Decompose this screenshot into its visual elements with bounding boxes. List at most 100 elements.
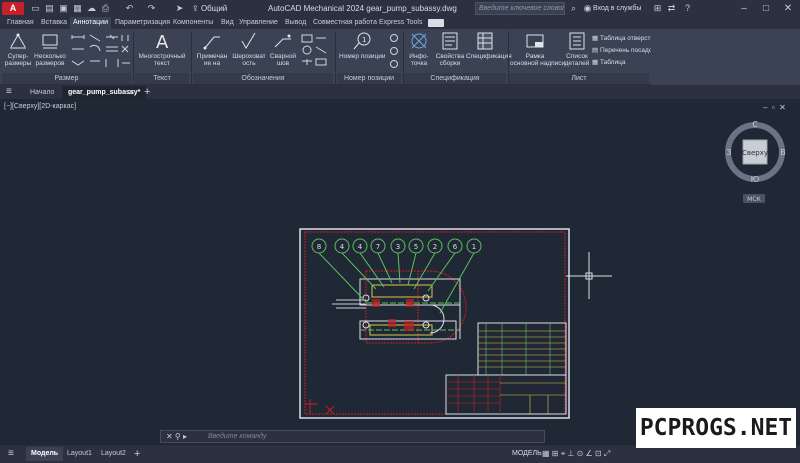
send-icon[interactable]: ➤ xyxy=(174,3,185,14)
user-icon[interactable]: ◉ xyxy=(582,3,593,14)
save-icon[interactable]: ▣ xyxy=(58,3,69,14)
panel-dimension-title[interactable]: Размер xyxy=(2,73,131,84)
tab-output[interactable]: Вывод xyxy=(282,17,309,29)
tab-components[interactable]: Компоненты xyxy=(170,17,216,29)
compass-north[interactable]: С xyxy=(752,120,758,129)
application-menu-button[interactable]: A xyxy=(2,2,24,15)
save-as-icon[interactable]: ▦ xyxy=(72,3,83,14)
share-button[interactable]: ⇪ Общий доступ xyxy=(192,2,250,26)
tab-express-tools[interactable]: Express Tools xyxy=(376,17,425,29)
tab-manage[interactable]: Управление xyxy=(236,17,281,29)
document-tab-bar: ≡ Начало gear_pump_subassy* ✕ + xyxy=(0,85,800,99)
hole-table-button[interactable]: ▦ Таблица отверстий xyxy=(592,34,658,43)
drawing-svg[interactable]: 8 4 4 7 3 5 2 6 1 Сверху С Ю В З МСК xyxy=(0,99,800,444)
mtext-label: Многострочный текст xyxy=(138,53,186,67)
parts-list-icon xyxy=(477,32,493,50)
signin-button[interactable]: Вход в службы xyxy=(593,2,641,15)
assembly-properties-icon xyxy=(442,32,458,50)
balloon-button[interactable]: 1 Номер позиции xyxy=(339,31,385,60)
tab-collaborate[interactable]: Совместная работа xyxy=(310,17,380,29)
tab-parametric[interactable]: Параметризация xyxy=(112,17,173,29)
title-bar: A ▭ ▤ ▣ ▦ ☁ ⎙ ↶ ↷ ➤ ⇪ Общий доступ AutoC… xyxy=(0,0,800,26)
detail-list-button[interactable]: Список деталей xyxy=(562,31,592,67)
menu-icon[interactable]: ≡ xyxy=(6,87,20,97)
command-input[interactable]: Введите команду xyxy=(208,431,266,442)
command-prompt-icon: ▸ xyxy=(183,432,188,441)
panel-balloon-title[interactable]: Номер позиции xyxy=(337,73,401,84)
balloon-number: 4 xyxy=(340,243,345,251)
ribbon-tab-bar: Главная Вставка Аннотации Параметризация… xyxy=(0,17,800,29)
model-space-toggle[interactable]: МОДЕЛЬ xyxy=(512,447,542,461)
tab-model[interactable]: Модель xyxy=(26,447,64,461)
new-icon[interactable]: ▭ xyxy=(30,3,41,14)
tab-insert[interactable]: Вставка xyxy=(38,17,70,29)
command-line-icons[interactable]: ✕ ⚲ ▸ xyxy=(166,432,187,441)
help-icon[interactable]: ? xyxy=(682,3,693,14)
new-tab-icon[interactable]: + xyxy=(144,85,156,99)
exchange-icon[interactable]: ⇄ xyxy=(666,3,677,14)
info-point-icon xyxy=(411,33,427,49)
super-dim-button[interactable]: Супер- размеры xyxy=(3,31,33,67)
table-button[interactable]: ▦ Таблица xyxy=(592,58,625,67)
search-input[interactable]: Введите ключевое слово/фразу xyxy=(475,2,565,15)
cart-icon[interactable]: ⊞ xyxy=(652,3,663,14)
spec-label: Спецификация xyxy=(466,53,512,60)
list-fits-button[interactable]: ▤ Перечень посадок xyxy=(592,46,655,55)
maximize-icon[interactable]: □ xyxy=(758,1,774,16)
compass-south[interactable]: Ю xyxy=(751,175,760,184)
tab-annotate[interactable]: Аннотации xyxy=(70,17,111,29)
mtext-button[interactable]: A Многострочный текст xyxy=(137,31,187,67)
print-icon[interactable]: ⎙ xyxy=(100,3,111,14)
ribbon: Супер- размеры Несколько размеров Размер… xyxy=(0,29,800,85)
panel-separator xyxy=(133,31,134,83)
roughness-button[interactable]: Шероховат ость xyxy=(231,31,267,67)
balloon: 1 xyxy=(466,238,482,254)
balloon-number: 7 xyxy=(376,243,380,251)
balloon-number: 5 xyxy=(414,243,418,251)
annotation-tools-grid[interactable] xyxy=(300,33,330,71)
fits-list-icon: ▤ xyxy=(592,47,600,54)
redo-icon[interactable]: ↷ xyxy=(146,3,157,14)
balloon-icon: 1 xyxy=(353,32,371,50)
title-block-label: Рамка основной надписи xyxy=(510,53,566,67)
minimize-icon[interactable]: – xyxy=(736,1,752,16)
panel-spec-title[interactable]: Спецификация xyxy=(404,73,506,84)
balloon-number: 4 xyxy=(358,243,363,251)
spec-button[interactable]: Спецификация xyxy=(466,31,512,60)
compass-east[interactable]: В xyxy=(780,148,786,157)
close-tab-icon[interactable]: ✕ xyxy=(128,86,138,99)
info-point-button[interactable]: Инфо- точка xyxy=(405,31,433,67)
add-layout-icon[interactable]: + xyxy=(134,447,146,461)
undo-icon[interactable]: ↶ xyxy=(124,3,135,14)
assembly-props-button[interactable]: Свойства сборки xyxy=(434,31,466,67)
panel-text-title[interactable]: Текст xyxy=(135,73,189,84)
balloon: 4 xyxy=(334,238,350,254)
note-button[interactable]: Примечан ие на xyxy=(194,31,230,67)
search-icon[interactable]: ⌕ xyxy=(568,3,579,14)
weld-button[interactable]: Сварной шов xyxy=(268,31,298,67)
cloud-icon[interactable]: ☁ xyxy=(86,3,97,14)
balloon: 4 xyxy=(352,238,368,254)
panel-annotation-title[interactable]: Обозначения xyxy=(193,73,333,84)
open-icon[interactable]: ▤ xyxy=(44,3,55,14)
multi-dim-button[interactable]: Несколько размеров xyxy=(33,31,67,67)
tab-home[interactable]: Главная xyxy=(4,17,37,29)
info-point-label: Инфо- точка xyxy=(409,53,429,67)
tab-layout2[interactable]: Layout2 xyxy=(96,447,131,461)
status-toggle-icons[interactable]: ▦ ⊞ ⌖ ⊥ ⊙ ∠ ⊡ ⤢ xyxy=(542,448,610,460)
title-block-button[interactable]: Рамка основной надписи xyxy=(510,31,565,67)
svg-text:A: A xyxy=(156,32,169,51)
ribbon-toggle-icon[interactable] xyxy=(428,19,444,27)
tab-layout1[interactable]: Layout1 xyxy=(62,447,97,461)
viewcube[interactable]: Сверху С Ю В З МСК xyxy=(725,120,786,203)
panel-sheet-title[interactable]: Лист xyxy=(509,73,649,84)
tab-view[interactable]: Вид xyxy=(218,17,237,29)
layout-menu-icon[interactable]: ≡ xyxy=(8,447,22,461)
tab-start[interactable]: Начало xyxy=(24,86,60,99)
close-icon[interactable]: ✕ xyxy=(780,1,796,16)
balloon-number: 1 xyxy=(472,243,476,251)
balloon-tools-column[interactable] xyxy=(388,33,400,71)
crosshair-cursor xyxy=(566,252,612,299)
compass-west[interactable]: З xyxy=(726,148,731,157)
dimension-tools-grid[interactable] xyxy=(70,33,132,71)
